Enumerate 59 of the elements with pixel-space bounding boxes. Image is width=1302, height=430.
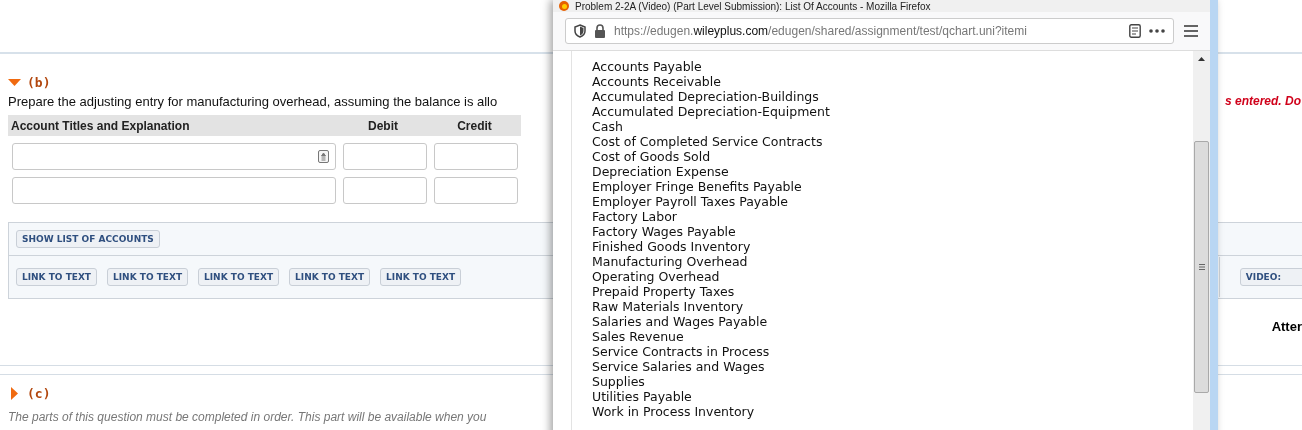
account-name: Factory Wages Payable bbox=[592, 224, 737, 239]
credit-field[interactable] bbox=[434, 143, 518, 170]
link-to-text-button[interactable]: LINK TO TEXT bbox=[289, 268, 371, 286]
list-icon bbox=[318, 150, 329, 163]
link-to-text-button[interactable]: LINK TO TEXT bbox=[107, 268, 189, 286]
account-name: Employer Fringe Benefits Payable bbox=[592, 179, 803, 194]
part-label: (c) bbox=[27, 385, 51, 401]
attempts-label: Atter bbox=[1271, 319, 1302, 336]
menu-icon[interactable] bbox=[1184, 25, 1198, 37]
column-header: Account Titles and Explanation bbox=[10, 118, 191, 133]
credit-field[interactable] bbox=[434, 177, 518, 204]
account-name: Accumulated Depreciation-Equipment bbox=[592, 104, 831, 119]
address-bar[interactable]: https://edugen.wileyplus.com/edugen/shared/assignment/test/qchart.uni?itemi bbox=[565, 18, 1174, 44]
scrollbar[interactable] bbox=[1193, 51, 1210, 430]
account-name: Finished Goods Inventory bbox=[592, 239, 752, 254]
account-name: Factory Labor bbox=[592, 209, 678, 224]
link-to-text-button[interactable]: LINK TO TEXT bbox=[198, 268, 280, 286]
instruction-text: Prepare the adjusting entry for manufacturing overhead, assuming the balance is allo bbox=[8, 93, 498, 109]
column-header: Credit bbox=[456, 118, 493, 133]
reader-view-icon[interactable] bbox=[1129, 24, 1141, 38]
account-name: Service Salaries and Wages bbox=[592, 359, 766, 374]
account-name: Manufacturing Overhead bbox=[592, 254, 749, 269]
video-button[interactable]: VIDEO: bbox=[1239, 268, 1302, 286]
account-dropdown[interactable] bbox=[12, 143, 336, 170]
show-accounts-button[interactable]: SHOW LIST OF ACCOUNTS bbox=[16, 230, 160, 248]
account-name: Prepaid Property Taxes bbox=[592, 284, 736, 299]
debit-field[interactable] bbox=[343, 177, 427, 204]
grip-icon bbox=[1198, 264, 1205, 270]
link-to-text-button[interactable]: LINK TO TEXT bbox=[380, 268, 462, 286]
account-name: Depreciation Expense bbox=[592, 164, 730, 179]
browser-logo-icon bbox=[559, 1, 569, 11]
more-icon[interactable] bbox=[1149, 29, 1165, 33]
account-name: Cost of Completed Service Contracts bbox=[592, 134, 824, 149]
part-label: (b) bbox=[27, 74, 51, 90]
debit-field[interactable] bbox=[343, 143, 427, 170]
shield-icon bbox=[574, 24, 586, 38]
account-name: Raw Materials Inventory bbox=[592, 299, 745, 314]
account-name: Employer Payroll Taxes Payable bbox=[592, 194, 789, 209]
account-name: Utilities Payable bbox=[592, 389, 693, 404]
account-name: Work in Process Inventory bbox=[592, 404, 756, 419]
account-name: Supplies bbox=[592, 374, 646, 389]
order-note: The parts of this question must be completed in order. This part will be available when you bbox=[8, 410, 487, 424]
window-title: Problem 2-2A (Video) (Part Level Submission): List Of Accounts - Mozilla Firefox bbox=[575, 0, 931, 12]
link-to-text-button[interactable]: LINK TO TEXT bbox=[16, 268, 97, 286]
account-name: Accumulated Depreciation-Buildings bbox=[592, 89, 820, 104]
account-name: Salaries and Wages Payable bbox=[592, 314, 769, 329]
account-name: Service Contracts in Process bbox=[592, 344, 771, 359]
warning-text: s entered. Do bbox=[1224, 94, 1302, 108]
scroll-up-icon[interactable] bbox=[1198, 57, 1205, 61]
lock-icon bbox=[594, 24, 606, 38]
account-name: Accounts Receivable bbox=[592, 74, 722, 89]
collapsed-triangle-icon[interactable] bbox=[8, 386, 21, 400]
account-name: Sales Revenue bbox=[592, 329, 685, 344]
column-header: Debit bbox=[367, 118, 399, 133]
account-name: Accounts Payable bbox=[592, 59, 703, 74]
account-field[interactable] bbox=[12, 177, 336, 204]
account-name: Cost of Goods Sold bbox=[592, 149, 712, 164]
account-name: Operating Overhead bbox=[592, 269, 721, 284]
account-name: Cash bbox=[592, 119, 624, 134]
